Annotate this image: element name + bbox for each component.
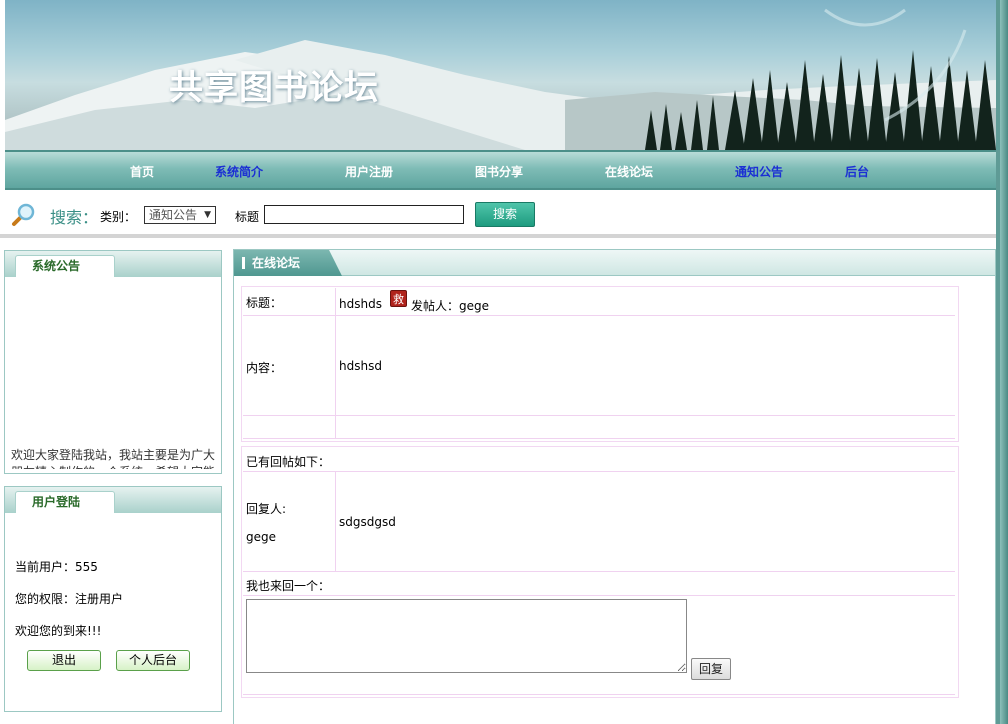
forum-panel-tab: 在线论坛	[234, 250, 342, 276]
reply-row-divider	[243, 694, 955, 695]
login-panel: 用户登陆 当前用户：555 您的权限：注册用户 欢迎您的到来!!! 退出 个人后…	[4, 486, 222, 712]
search-bar: 搜索： 类别： 通知公告 ▼ 标题 搜索	[0, 192, 996, 238]
replies-header: 已有回帖如下：	[246, 455, 331, 469]
search-type-value: 通知公告	[149, 208, 198, 222]
dropdown-arrow-icon: ▼	[204, 210, 211, 220]
replier-label: 回复人:	[246, 502, 287, 516]
forum-panel-header	[234, 250, 995, 276]
logout-button[interactable]: 退出	[27, 650, 101, 671]
search-button[interactable]: 搜索	[475, 202, 535, 227]
reply-textarea[interactable]	[246, 599, 687, 673]
reply-col-divider	[335, 472, 336, 571]
search-type-select[interactable]: 通知公告 ▼	[144, 206, 216, 224]
reply-prompt: 我也来回一个：	[246, 579, 331, 593]
main-nav: 首页 系统简介 用户注册 图书分享 在线论坛 通知公告 后台	[5, 150, 996, 190]
post-content-label: 内容：	[246, 361, 283, 375]
post-col-divider	[335, 288, 336, 438]
magnifier-icon	[12, 203, 35, 226]
post-author: 发帖人：gege	[411, 299, 490, 313]
search-title-label: 标题	[235, 210, 260, 224]
personal-backend-button[interactable]: 个人后台	[116, 650, 190, 671]
reply-row-divider	[243, 571, 955, 572]
search-title-input[interactable]	[264, 205, 464, 224]
site-banner: 共享图书论坛	[5, 0, 996, 150]
post-title-label: 标题：	[246, 296, 283, 310]
post-content: hdshsd	[339, 359, 382, 373]
rescue-badge-icon: 救	[390, 290, 407, 307]
nav-register[interactable]: 用户注册	[345, 163, 393, 180]
replier-name: gege	[246, 530, 276, 544]
nav-home[interactable]: 首页	[130, 163, 154, 180]
search-label: 搜索：	[50, 208, 99, 227]
search-type-label: 类别：	[100, 210, 137, 224]
post-row-divider	[243, 438, 955, 439]
site-title: 共享图书论坛	[169, 68, 379, 108]
reply-content: sdgsdgsd	[339, 515, 396, 529]
banner-landscape-image	[5, 8, 996, 150]
notice-panel: 系统公告 欢迎大家登陆我站，我站主要是为广大朋友精心制作的一个系统，希望大家能	[4, 250, 222, 474]
nav-admin[interactable]: 后台	[845, 163, 869, 180]
reply-row-divider	[243, 471, 955, 472]
reply-row-divider	[243, 595, 955, 596]
user-permission: 您的权限：注册用户	[15, 592, 124, 606]
nav-system-intro[interactable]: 系统简介	[215, 163, 263, 180]
right-border-strip-inner	[1000, 0, 1008, 724]
reply-button[interactable]: 回复	[691, 658, 731, 680]
notice-text: 欢迎大家登陆我站，我站主要是为广大朋友精心制作的一个系统，希望大家能	[11, 448, 216, 469]
login-panel-title: 用户登陆	[15, 491, 115, 513]
post-row-divider	[243, 415, 955, 416]
nav-book-share[interactable]: 图书分享	[475, 163, 523, 180]
current-user: 当前用户：555	[15, 560, 98, 574]
welcome-message: 欢迎您的到来!!!	[15, 624, 102, 638]
notice-panel-title: 系统公告	[15, 255, 115, 277]
post-row-divider	[243, 315, 955, 316]
nav-forum[interactable]: 在线论坛	[605, 163, 653, 180]
post-title: hdshds	[339, 297, 382, 311]
nav-notices[interactable]: 通知公告	[735, 163, 783, 180]
